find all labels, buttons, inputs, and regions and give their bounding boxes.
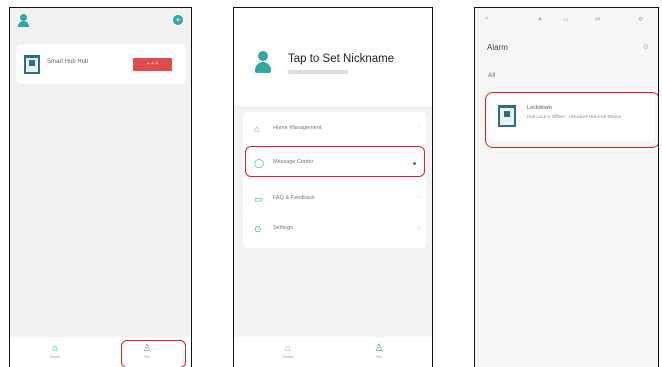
menu-item-label: Home Management bbox=[273, 125, 322, 131]
faq-icon: ▭ bbox=[254, 194, 263, 204]
menu-item-label: FAQ & Feedback bbox=[273, 195, 315, 201]
back-icon[interactable]: < bbox=[485, 16, 489, 22]
tab-home-label: Home bbox=[49, 354, 61, 359]
tab-home-label: Home bbox=[282, 354, 294, 359]
menu-item-label: Settings bbox=[273, 225, 293, 231]
device-action-button[interactable]: + + + bbox=[133, 58, 172, 71]
home-icon: ⌂ bbox=[254, 124, 260, 134]
menu-item-settings[interactable]: ⊙ Settings › bbox=[243, 212, 426, 248]
profile-header[interactable]: Tap to Set Nickname bbox=[234, 8, 432, 106]
home-icon: ⌂ bbox=[51, 343, 59, 354]
gear-icon[interactable]: ⚙ bbox=[638, 16, 643, 23]
page-title: Alarm bbox=[487, 43, 508, 52]
hub-device-icon bbox=[24, 55, 40, 74]
avatar[interactable] bbox=[255, 51, 271, 73]
phone-screen-me: Tap to Set Nickname ⌂ Home Management › … bbox=[233, 7, 433, 367]
tab-home[interactable]: ⌂ Home bbox=[278, 343, 298, 360]
chevron-right-icon: › bbox=[417, 224, 420, 231]
device-card[interactable]: Smart Hub Hub + + + bbox=[16, 44, 186, 84]
filter-settings-icon[interactable]: ⚙ bbox=[643, 43, 649, 51]
signal-icon: ▲ bbox=[537, 16, 543, 22]
device-name: Smart Hub Hub bbox=[47, 59, 89, 65]
account-id-placeholder bbox=[288, 70, 348, 74]
figure-caption: fig_tqfpqrqpqpqpqs bbox=[4, 0, 184, 8]
profile-icon[interactable] bbox=[18, 14, 29, 27]
highlight-alarm-card bbox=[485, 92, 658, 148]
filter-all[interactable]: All bbox=[488, 72, 495, 79]
chevron-right-icon: › bbox=[417, 124, 420, 131]
phone-screen-home: + Smart Hub Hub + + + ⌂ Home ♙ Me bbox=[9, 7, 192, 367]
battery-icon: ▭ bbox=[563, 17, 569, 23]
home-icon: ⌂ bbox=[284, 343, 292, 354]
top-toolbar: < ▲ ▭ ✉ ⚙ bbox=[475, 16, 658, 26]
menu-card-settings: ⊙ Settings › bbox=[243, 212, 426, 248]
nickname-label[interactable]: Tap to Set Nickname bbox=[288, 53, 394, 65]
tab-me[interactable]: ♙ Me bbox=[369, 343, 389, 360]
profile-icon: ♙ bbox=[374, 343, 384, 354]
tab-bar: ⌂ Home ♙ Me bbox=[234, 337, 432, 367]
tab-home[interactable]: ⌂ Home bbox=[45, 343, 65, 360]
phone-screen-alarm: < ▲ ▭ ✉ ⚙ Alarm ⚙ All Lockdown Hub Lock … bbox=[474, 7, 659, 367]
menu-item-home-management[interactable]: ⌂ Home Management › bbox=[243, 112, 426, 148]
highlight-me-tab bbox=[121, 340, 186, 367]
chevron-right-icon: › bbox=[417, 194, 420, 201]
settings-icon: ⊙ bbox=[254, 224, 262, 234]
mail-icon: ✉ bbox=[595, 17, 601, 23]
menu-card-home-management: ⌂ Home Management › bbox=[243, 112, 426, 148]
highlight-message-center bbox=[245, 146, 425, 177]
add-device-icon[interactable]: + bbox=[173, 15, 183, 25]
tab-me-label: Me bbox=[376, 354, 382, 359]
